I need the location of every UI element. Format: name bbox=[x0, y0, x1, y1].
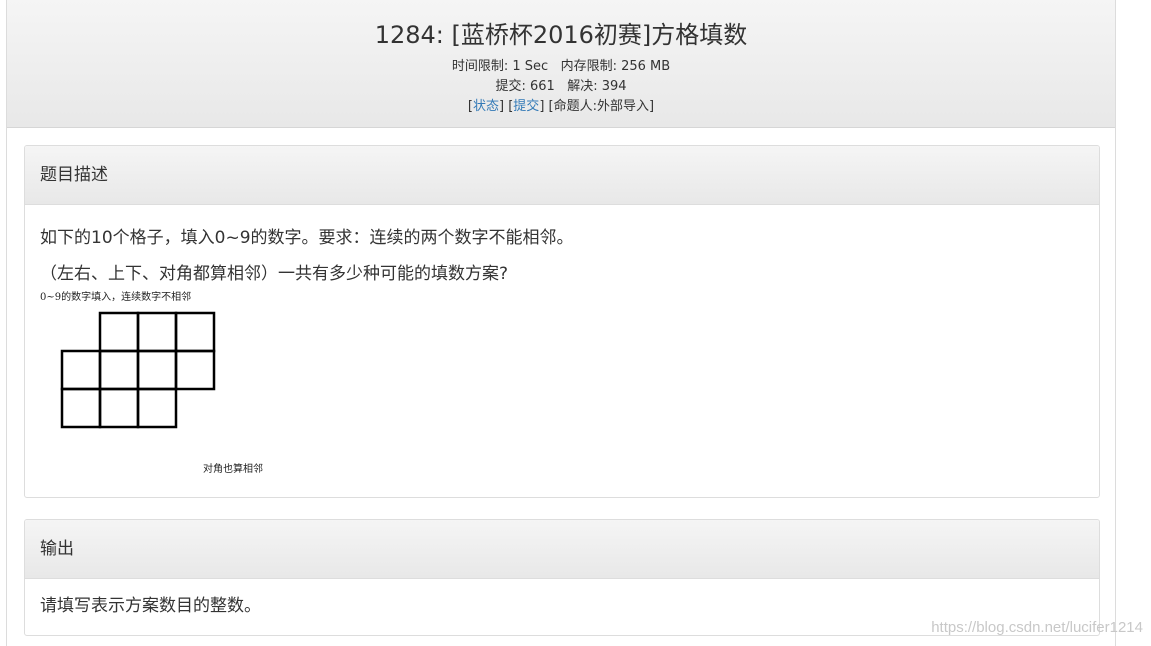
grid-cell bbox=[174, 349, 216, 391]
submit-count-value: 661 bbox=[529, 79, 555, 94]
grid-cell bbox=[136, 349, 178, 391]
author-text: [命题人:外部导入] bbox=[548, 99, 655, 114]
watermark: https://blog.csdn.net/lucifer1214 bbox=[931, 619, 1143, 636]
limits-line: 时间限制: 1 Sec 内存限制: 256 MB bbox=[7, 57, 1115, 77]
description-heading: 题目描述 bbox=[25, 146, 1099, 205]
grid-cell bbox=[98, 387, 140, 429]
time-limit-value: 1 Sec bbox=[512, 59, 549, 74]
grid-figure: 0~9的数字填入，连续数字不相邻 对角也算相邻 bbox=[40, 288, 360, 478]
output-body: 请填写表示方案数目的整数。 bbox=[25, 594, 1099, 618]
submit-link[interactable]: 提交 bbox=[513, 99, 539, 114]
grid-diagram bbox=[60, 311, 216, 429]
description-panel: 题目描述 如下的10个格子，填入0~9的数字。要求：连续的两个数字不能相邻。 （… bbox=[24, 145, 1100, 498]
grid-cell bbox=[98, 311, 140, 353]
solved-count-value: 394 bbox=[601, 79, 627, 94]
page: 1284: [蓝桥杯2016初赛]方格填数 时间限制: 1 Sec 内存限制: … bbox=[0, 0, 1151, 646]
grid-cell bbox=[136, 311, 178, 353]
memory-limit-value: 256 MB bbox=[621, 59, 671, 74]
grid-cell bbox=[98, 349, 140, 391]
grid-cell bbox=[60, 387, 102, 429]
status-link[interactable]: 状态 bbox=[473, 99, 499, 114]
problem-header: 1284: [蓝桥杯2016初赛]方格填数 时间限制: 1 Sec 内存限制: … bbox=[7, 0, 1115, 128]
description-line-1: 如下的10个格子，填入0~9的数字。要求：连续的两个数字不能相邻。 bbox=[40, 228, 574, 248]
grid-cell bbox=[136, 387, 178, 429]
solved-count-label: 解决: bbox=[567, 79, 598, 94]
grid-cell bbox=[60, 349, 102, 391]
submit-count-label: 提交: bbox=[495, 79, 526, 94]
problem-title: 1284: [蓝桥杯2016初赛]方格填数 bbox=[374, 21, 748, 49]
output-text: 请填写表示方案数目的整数。 bbox=[40, 596, 261, 616]
memory-limit-label: 内存限制: bbox=[560, 59, 617, 74]
time-limit-label: 时间限制: bbox=[451, 59, 509, 74]
description-body: 如下的10个格子，填入0~9的数字。要求：连续的两个数字不能相邻。 （左右、上下… bbox=[25, 226, 1099, 478]
links-line: [状态] [提交] [命题人:外部导入] bbox=[467, 99, 655, 114]
output-heading: 输出 bbox=[25, 520, 1099, 579]
description-line-2: （左右、上下、对角都算相邻）一共有多少种可能的填数方案? bbox=[40, 264, 509, 284]
figure-caption-bottom: 对角也算相邻 bbox=[203, 464, 263, 475]
grid-cell bbox=[174, 311, 216, 353]
main-container: 1284: [蓝桥杯2016初赛]方格填数 时间限制: 1 Sec 内存限制: … bbox=[6, 0, 1116, 646]
stats-line: 提交: 661 解决: 394 bbox=[7, 77, 1115, 97]
